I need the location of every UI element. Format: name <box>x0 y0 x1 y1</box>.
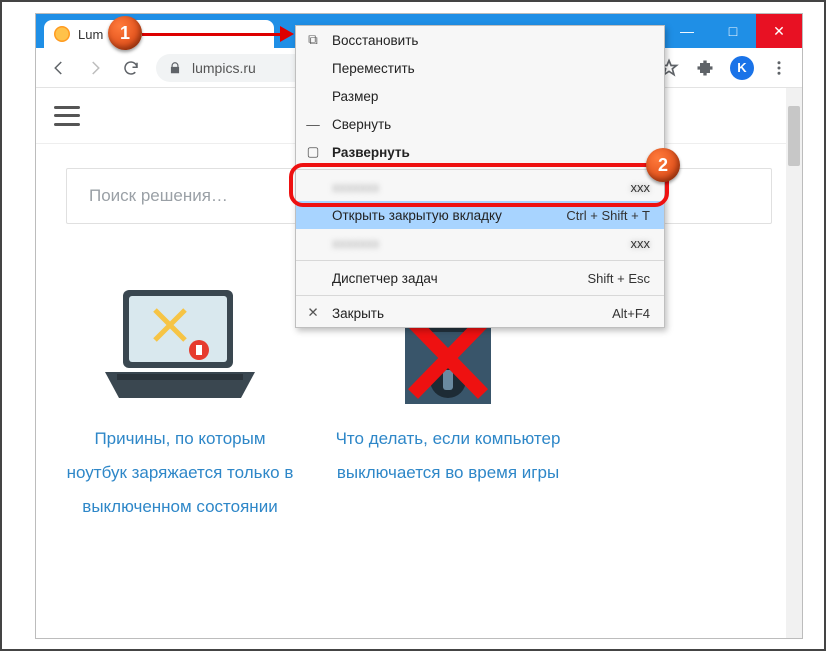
window-controls: — □ ✕ <box>664 14 802 48</box>
forward-button <box>84 57 106 79</box>
menu-dots-icon[interactable] <box>768 57 790 79</box>
url-text: lumpics.ru <box>192 60 256 76</box>
menu-shortcut: Ctrl + Shift + T <box>566 208 650 223</box>
scrollbar-thumb[interactable] <box>788 106 800 166</box>
close-icon: ✕ <box>304 305 322 321</box>
hamburger-icon[interactable] <box>54 106 80 126</box>
article-card[interactable]: Причины, по которым ноутбук заряжается т… <box>66 262 294 524</box>
system-context-menu: ⧉ Восстановить Переместить Размер — Свер… <box>295 25 665 328</box>
tab-title: Lum <box>78 27 103 42</box>
close-button[interactable]: ✕ <box>756 14 802 48</box>
scrollbar[interactable] <box>786 88 802 638</box>
extensions-icon[interactable] <box>694 57 716 79</box>
favicon-icon <box>54 26 70 42</box>
menu-item-size[interactable]: Размер <box>296 82 664 110</box>
annotation-arrow <box>142 30 292 40</box>
back-button[interactable] <box>48 57 70 79</box>
maximize-button[interactable]: □ <box>710 14 756 48</box>
menu-item-restore[interactable]: ⧉ Восстановить <box>296 26 664 54</box>
annotation-marker-2: 2 <box>646 148 680 182</box>
menu-item-maximize[interactable]: ▢ Развернуть <box>296 138 664 166</box>
card-title: Причины, по которым ноутбук заряжается т… <box>66 422 294 524</box>
card-title: Что делать, если компьютер выключается в… <box>334 422 562 490</box>
menu-separator <box>296 169 664 170</box>
reload-button[interactable] <box>120 57 142 79</box>
menu-item-move[interactable]: Переместить <box>296 54 664 82</box>
menu-item-close[interactable]: ✕ Закрыть Alt+F4 <box>296 299 664 327</box>
menu-item-task-manager[interactable]: Диспетчер задач Shift + Esc <box>296 264 664 292</box>
search-placeholder: Поиск решения… <box>89 186 228 206</box>
menu-shortcut: Shift + Esc <box>588 271 651 286</box>
minimize-icon: — <box>304 117 322 132</box>
annotation-marker-1: 1 <box>108 16 142 50</box>
profile-avatar[interactable]: K <box>730 56 754 80</box>
menu-item-minimize[interactable]: — Свернуть <box>296 110 664 138</box>
lock-icon <box>168 61 182 75</box>
menu-separator <box>296 295 664 296</box>
menu-item-obscured[interactable]: xxxxxxxxxx <box>296 173 664 201</box>
minimize-button[interactable]: — <box>664 14 710 48</box>
menu-item-obscured[interactable]: xxxxxxxxxx <box>296 229 664 257</box>
menu-item-reopen-closed-tab[interactable]: Открыть закрытую вкладку Ctrl + Shift + … <box>296 201 664 229</box>
restore-icon: ⧉ <box>304 32 322 48</box>
menu-shortcut: Alt+F4 <box>612 306 650 321</box>
menu-separator <box>296 260 664 261</box>
laptop-icon <box>66 262 294 422</box>
maximize-icon: ▢ <box>304 144 322 160</box>
